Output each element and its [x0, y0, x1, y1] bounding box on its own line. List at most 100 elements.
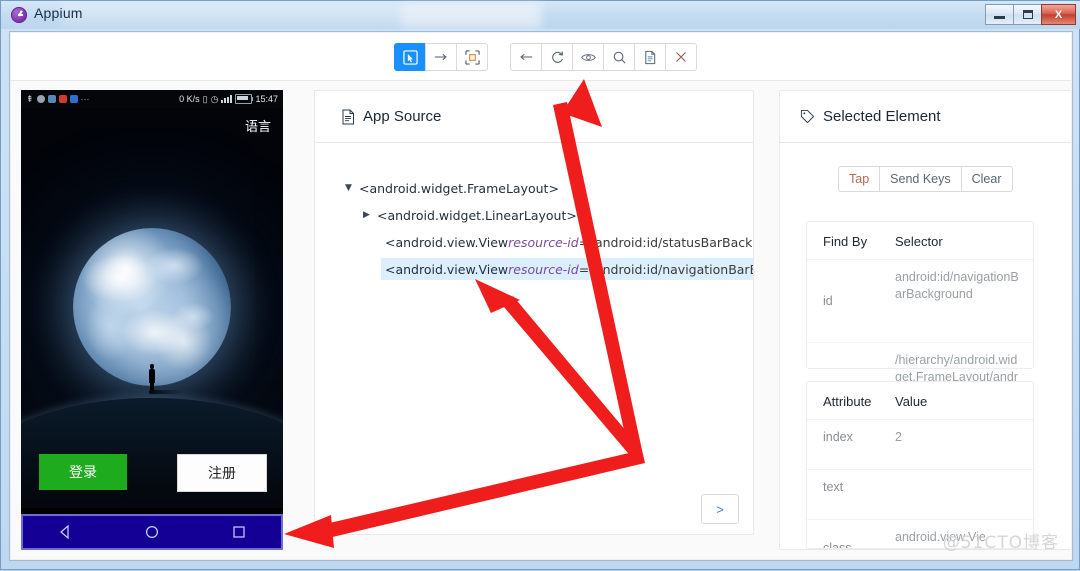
tree-node-prefix: <android.view.View: [385, 235, 508, 250]
tap-coordinates-mode-button[interactable]: [456, 43, 488, 71]
table-row[interactable]: index 2: [807, 420, 1033, 470]
person-shadow: [149, 390, 183, 394]
app-red-icon: [59, 95, 67, 103]
window-content: ⇞ ⋯ 0 K/s ▯ ◷: [9, 31, 1073, 561]
appium-inspector-window: Appium X: [0, 0, 1080, 570]
refresh-icon: [550, 50, 565, 65]
table-row[interactable]: id android:id/navigationBarBackground: [807, 260, 1033, 343]
bluetooth-icon: ⇞: [26, 94, 34, 105]
person-silhouette: [149, 364, 155, 390]
message-icon: [37, 95, 45, 103]
quit-session-button[interactable]: [665, 43, 697, 71]
back-triangle-icon[interactable]: [57, 524, 73, 540]
app-blue-icon: [70, 95, 78, 103]
app-source-header: App Source: [315, 91, 753, 143]
eye-icon: [580, 51, 597, 64]
back-button[interactable]: [510, 43, 542, 71]
tree-node-prefix: <android.view.View: [385, 262, 508, 277]
appium-logo-icon: [11, 7, 27, 23]
tree-node-statusbar[interactable]: <android.view.View resource-id ="android…: [385, 231, 753, 253]
selected-element-title: Selected Element: [823, 108, 941, 125]
arrow-right-icon: [433, 50, 449, 64]
copy-source-button[interactable]: [634, 43, 666, 71]
camera-icon: [48, 95, 56, 103]
toolbar-group-actions: [510, 43, 697, 71]
tree-node-suffix: ="android:id/statusBarBackground">: [579, 235, 753, 250]
inspector-stage: ⇞ ⋯ 0 K/s ▯ ◷: [11, 80, 1071, 559]
battery-icon: [235, 94, 252, 104]
title-ghost-text-2: [401, 3, 541, 29]
clock-label: 15:47: [255, 94, 278, 104]
signal-icon: [221, 95, 232, 103]
document-copy-icon: [643, 50, 657, 65]
table-row[interactable]: text: [807, 470, 1033, 520]
swipe-mode-button[interactable]: [425, 43, 457, 71]
inspector-toolbar: [11, 33, 1071, 81]
recents-square-icon[interactable]: [231, 524, 247, 540]
attribute-header-attribute: Attribute: [807, 394, 895, 409]
locator-findby-id: id: [807, 269, 895, 333]
close-button[interactable]: X: [1041, 4, 1076, 25]
home-circle-icon[interactable]: [144, 524, 160, 540]
next-page-button[interactable]: >: [701, 494, 739, 524]
network-speed-label: 0 K/s: [179, 94, 200, 104]
device-language-label[interactable]: 语言: [245, 116, 271, 135]
maximize-button[interactable]: [1013, 4, 1042, 25]
tree-node-label: <android.widget.LinearLayout>: [377, 208, 577, 223]
device-login-button[interactable]: 登录: [39, 454, 127, 490]
attribute-name-index: index: [807, 429, 895, 460]
magnifier-icon: [612, 50, 627, 65]
refresh-button[interactable]: [541, 43, 573, 71]
device-screenshot[interactable]: ⇞ ⋯ 0 K/s ▯ ◷: [21, 90, 283, 550]
selected-element-panel: Selected Element Tap Send Keys Clear Fin…: [779, 90, 1071, 550]
tap-button[interactable]: Tap: [838, 166, 880, 192]
tree-node-framelayout[interactable]: ▼ <android.widget.FrameLayout>: [345, 177, 559, 199]
alarm-icon: ◷: [211, 94, 219, 105]
clear-button[interactable]: Clear: [961, 166, 1013, 192]
locator-header-selector: Selector: [895, 234, 1033, 249]
locator-table: Find By Selector id android:id/navigatio…: [806, 221, 1034, 369]
element-action-buttons: Tap Send Keys Clear: [838, 166, 1013, 192]
cursor-select-icon: [403, 50, 418, 65]
attribute-table: Attribute Value index 2 text class andro…: [806, 381, 1034, 549]
locator-selector-id: android:id/navigationBarBackground: [895, 269, 1033, 333]
toolbar-group-modes: [394, 43, 488, 71]
device-button-row: 登录 注册: [21, 446, 283, 506]
toggle-visibility-button[interactable]: [572, 43, 604, 71]
attribute-value-text: [895, 479, 1033, 510]
app-source-title: App Source: [363, 108, 441, 125]
window-title-bar: Appium X: [1, 1, 1080, 29]
device-register-button[interactable]: 注册: [177, 454, 267, 492]
more-icon: ⋯: [81, 94, 90, 105]
locator-table-header: Find By Selector: [807, 222, 1033, 260]
window-controls: X: [986, 4, 1076, 25]
device-navigation-bar[interactable]: [21, 514, 283, 550]
tree-node-attr: resource-id: [508, 235, 579, 250]
attribute-value-index: 2: [895, 429, 1033, 460]
crop-target-icon: [465, 50, 480, 65]
minimize-button[interactable]: [985, 4, 1014, 25]
source-tree: ▼ <android.widget.FrameLayout> ▶ <androi…: [315, 143, 753, 534]
arrow-left-icon: [518, 50, 534, 64]
tag-icon: [800, 109, 815, 124]
tree-node-navigationbar-selected[interactable]: <android.view.View resource-id ="android…: [381, 258, 753, 280]
document-icon: [341, 109, 355, 125]
send-keys-button[interactable]: Send Keys: [879, 166, 961, 192]
tree-node-attr: resource-id: [508, 262, 579, 277]
tree-node-label: <android.widget.FrameLayout>: [359, 181, 559, 196]
tree-node-suffix: ="android:id/navigationBarBackground">: [579, 262, 753, 277]
select-element-mode-button[interactable]: [394, 43, 426, 71]
search-button[interactable]: [603, 43, 635, 71]
watermark: @51CTO博客: [943, 528, 1059, 553]
attribute-name-class: class: [807, 529, 895, 549]
window-title: Appium: [34, 5, 83, 21]
vibrate-icon: ▯: [203, 94, 208, 105]
status-icons-right: 0 K/s ▯ ◷ 15:47: [179, 94, 278, 105]
tree-node-linearlayout[interactable]: ▶ <android.widget.LinearLayout>: [363, 204, 577, 226]
caret-expanded-icon[interactable]: ▼: [345, 183, 359, 193]
selected-element-header: Selected Element: [780, 91, 1071, 143]
app-source-panel: App Source ▼ <android.widget.FrameLayout…: [314, 90, 754, 535]
close-x-icon: [674, 50, 688, 64]
caret-collapsed-icon[interactable]: ▶: [363, 210, 377, 220]
attribute-table-header: Attribute Value: [807, 382, 1033, 420]
